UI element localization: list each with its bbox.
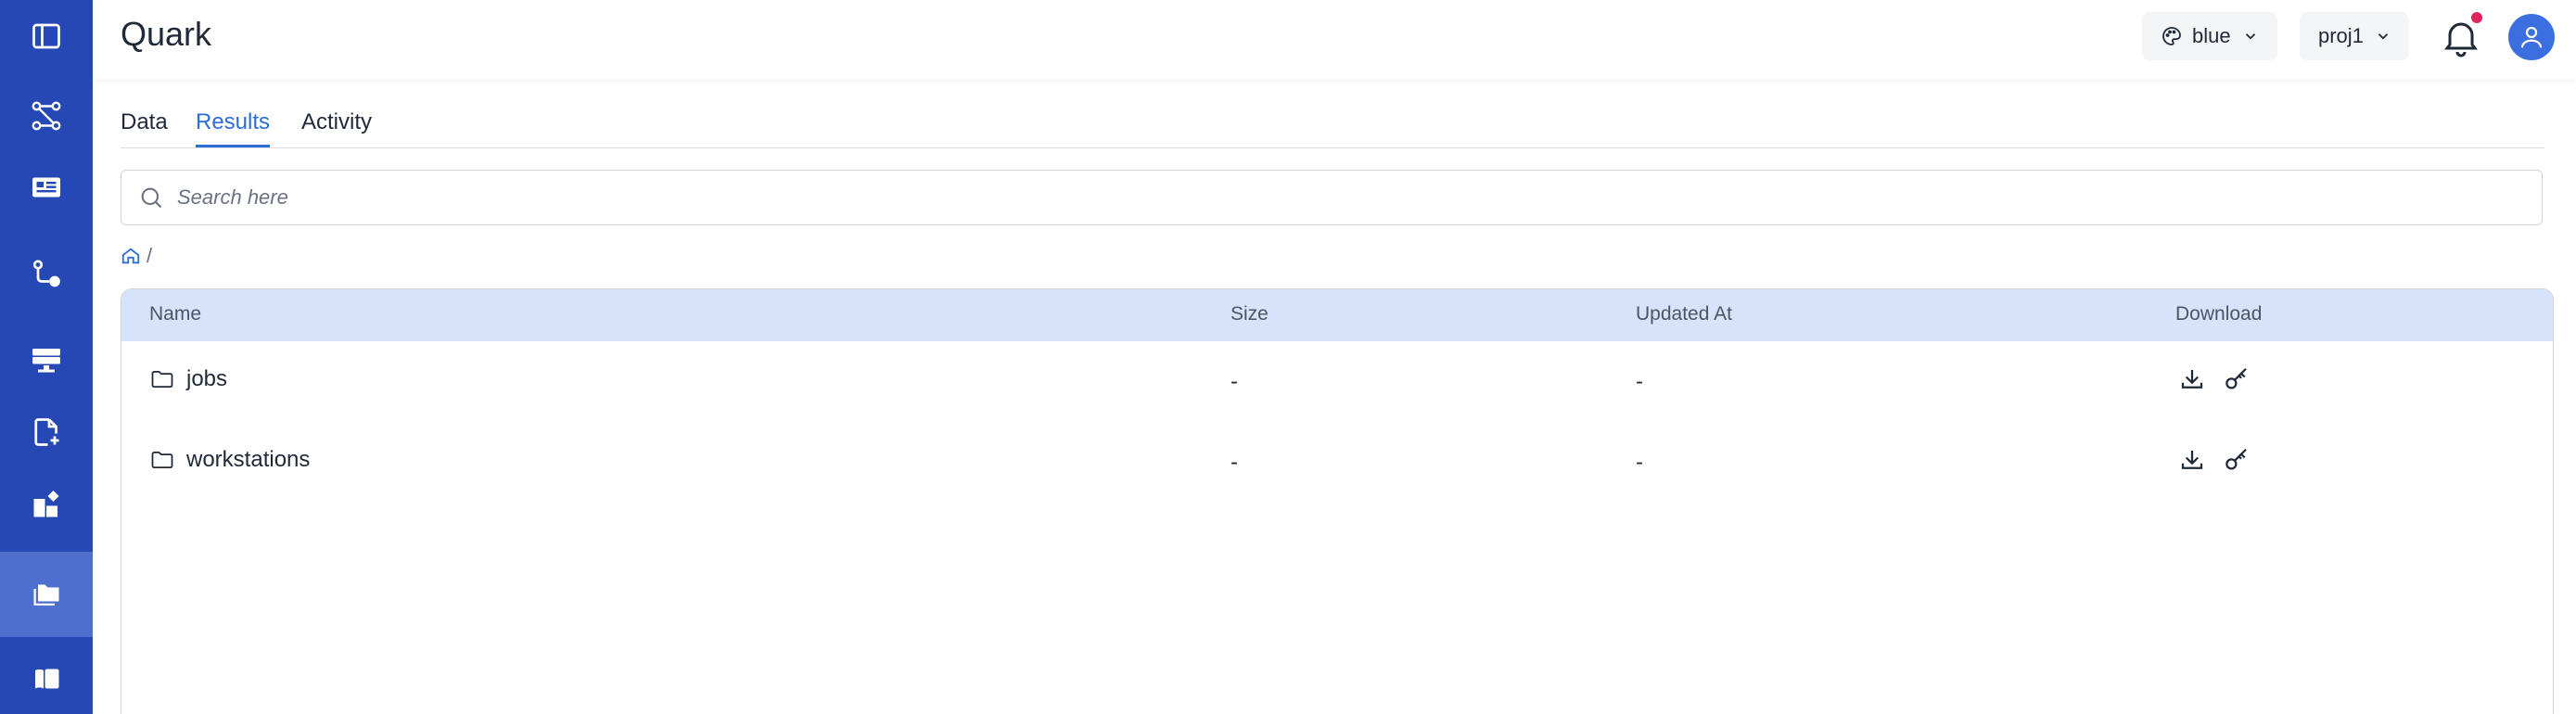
workstation-icon [32,349,60,373]
docs-icon [35,669,59,689]
sidebar-item-files[interactable] [0,552,93,637]
row-download-actions [2178,365,2251,393]
column-header-updated-at[interactable]: Updated At [1636,303,1732,325]
row-name-label: jobs [186,366,228,391]
palette-icon [2162,27,2181,45]
chevron-down-icon [2378,33,2389,40]
table-row[interactable]: workstations - - [121,422,2553,502]
tab-bar: Data Results Activity [121,108,2544,148]
top-header: Quark blue proj1 [93,0,2576,80]
workflow-icon [32,101,61,131]
row-size: - [1231,369,1238,394]
user-avatar[interactable] [2508,14,2555,60]
row-updated-at: - [1636,369,1643,394]
search-input[interactable] [177,185,2403,210]
table-header: Name Size Updated At Download [121,289,2553,341]
key-icon[interactable] [2223,446,2251,474]
row-name[interactable]: workstations [149,447,310,473]
chevron-down-icon [2245,33,2255,40]
sidebar-item-docs[interactable] [0,643,93,714]
sidebar-item-dashboard[interactable] [0,151,93,223]
user-icon [2520,26,2543,48]
row-updated-at: - [1636,450,1643,475]
app-title: Quark [121,15,212,53]
folders-icon [33,584,59,606]
search-box [121,170,2543,225]
download-icon[interactable] [2178,446,2206,474]
panel-toggle-icon [32,23,60,49]
table-row[interactable]: jobs - - [121,341,2553,421]
folder-icon [151,370,173,389]
row-size: - [1231,450,1238,475]
sidebar-item-apps[interactable] [0,468,93,541]
sidebar-item-pipelines[interactable] [0,238,93,311]
folder-icon [151,451,173,469]
theme-value: blue [2192,24,2231,47]
project-value: proj1 [2318,24,2364,47]
breadcrumb: / [121,243,152,269]
project-selector[interactable]: proj1 [2300,12,2409,60]
sidebar [0,0,93,714]
notification-badge [2471,12,2482,23]
home-icon[interactable] [121,246,141,266]
row-name[interactable]: jobs [149,366,227,392]
tab-activity[interactable]: Activity [301,109,372,145]
sidebar-item-workflows[interactable] [0,80,93,152]
apps-icon [33,491,59,517]
row-download-actions [2178,446,2251,474]
search-icon [141,187,162,209]
sidebar-item-new-file[interactable] [0,396,93,468]
dashboard-icon [32,177,60,198]
download-icon[interactable] [2178,365,2206,393]
column-header-download: Download [2175,303,2263,325]
sidebar-item-toggle[interactable] [0,0,93,72]
column-header-size[interactable]: Size [1231,303,1269,325]
breadcrumb-separator: / [147,244,153,267]
tab-data[interactable]: Data [121,109,168,145]
files-table: Name Size Updated At Download jobs - - w… [121,288,2554,714]
tab-results[interactable]: Results [196,109,271,147]
new-file-icon [34,418,59,446]
key-icon[interactable] [2223,365,2251,393]
app-root: Quark blue proj1 Data Results Activity / [0,0,2576,714]
sidebar-item-workstations[interactable] [0,324,93,396]
pipeline-icon [32,260,60,287]
column-header-name[interactable]: Name [149,303,201,325]
theme-selector[interactable]: blue [2142,12,2277,60]
row-name-label: workstations [186,447,311,472]
